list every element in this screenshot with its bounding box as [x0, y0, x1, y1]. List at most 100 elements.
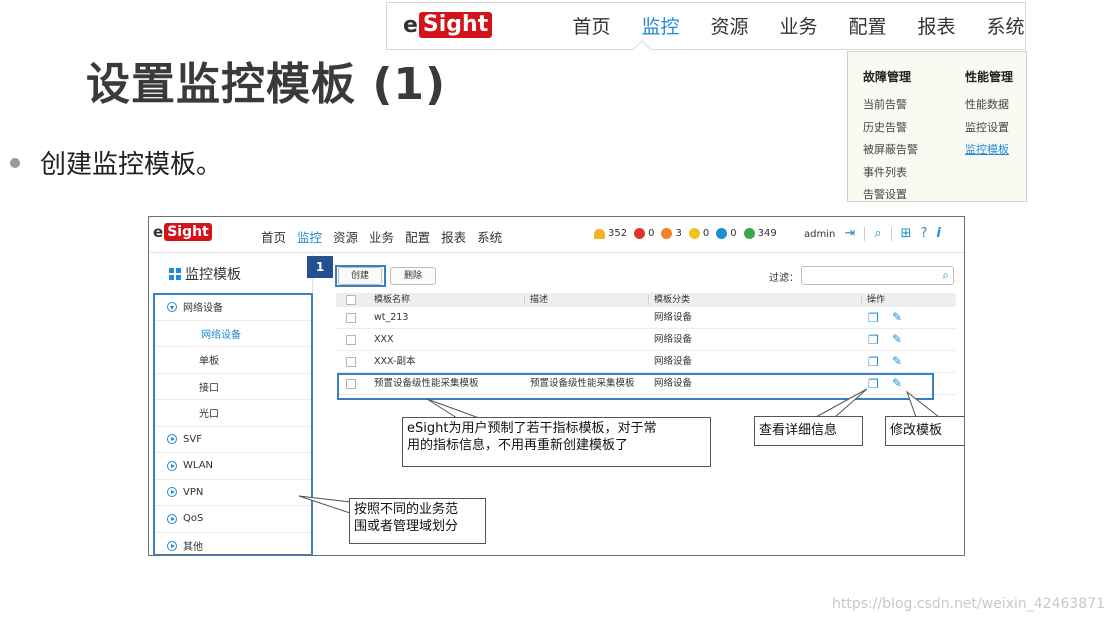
fault-management-header: 故障管理: [863, 70, 912, 84]
template-name: XXX-副本: [374, 356, 416, 367]
view-details-icon[interactable]: ❐: [868, 356, 879, 368]
step-badge: 1: [307, 256, 333, 278]
app-nav-monitor[interactable]: 监控: [297, 227, 322, 246]
template-category: 网络设备: [654, 334, 693, 345]
grid-icon: [169, 268, 181, 280]
row-checkbox[interactable]: [346, 357, 356, 367]
critical-icon: [634, 228, 646, 239]
delete-button[interactable]: 删除: [390, 267, 436, 285]
view-detail-callout: 查看详细信息: [754, 416, 863, 446]
menu-item-performance-data[interactable]: 性能数据: [965, 94, 1013, 117]
esight-logo: e Sight: [403, 12, 493, 38]
menu-item-monitor-settings[interactable]: 监控设置: [965, 117, 1013, 140]
slide-title: 设置监控模板 (1): [86, 59, 447, 110]
table-row[interactable]: XXX 网络设备 ❐ ✎: [336, 329, 956, 351]
preset-note-line1: eSight为用户预制了若干指标模板，对于常: [407, 421, 657, 436]
check-icon: [743, 228, 755, 239]
alarm-cleared-count: 349: [757, 228, 777, 239]
nav-item-config[interactable]: 配置: [833, 13, 902, 41]
nav-item-reports[interactable]: 报表: [902, 13, 971, 41]
search-icon[interactable]: ⌕: [874, 226, 881, 242]
alarm-info[interactable]: 0: [716, 228, 737, 239]
esight-template-screenshot: e Sight 首页 监控 资源 业务 配置 报表 系统 352 0 3 0 0…: [148, 216, 965, 556]
table-row[interactable]: XXX-副本 网络设备 ❐ ✎: [336, 351, 956, 373]
edit-template-callout: 修改模板: [885, 416, 964, 446]
logo-e: e: [403, 12, 418, 38]
alarm-summary: 352 0 3 0 0 349: [594, 228, 784, 239]
alarm-major-count: 3: [675, 228, 682, 239]
topology-icon[interactable]: ⊞: [901, 226, 912, 242]
fault-management-column: 故障管理 当前告警 历史告警 被屏蔽告警 事件列表 告警设置: [863, 68, 918, 207]
menu-item-alarm-settings[interactable]: 告警设置: [863, 184, 918, 207]
sidebar-groups-highlight: [153, 293, 313, 555]
row-checkbox[interactable]: [346, 313, 356, 323]
column-divider: [524, 295, 525, 305]
app-nav-resources[interactable]: 资源: [333, 227, 358, 246]
alarm-critical-count: 0: [648, 228, 655, 239]
app-nav-home[interactable]: 首页: [261, 227, 286, 246]
dropdown-caret: [632, 40, 652, 60]
monitor-dropdown-menu: 故障管理 当前告警 历史告警 被屏蔽告警 事件列表 告警设置 性能管理 性能数据…: [847, 51, 1027, 202]
table-row[interactable]: wt_213 网络设备 ❐ ✎: [336, 307, 956, 329]
menu-item-current-alarms[interactable]: 当前告警: [863, 94, 918, 117]
nav-item-home[interactable]: 首页: [557, 13, 626, 41]
header-divider: [864, 227, 866, 241]
info-icon[interactable]: i: [936, 226, 940, 242]
help-icon[interactable]: ?: [920, 226, 927, 242]
column-header-category[interactable]: 模板分类: [654, 293, 690, 307]
app-nav-system[interactable]: 系统: [477, 227, 502, 246]
alarm-critical[interactable]: 0: [634, 228, 654, 239]
template-name: XXX: [374, 334, 394, 345]
edit-pencil-icon[interactable]: ✎: [892, 311, 902, 323]
minor-icon: [688, 228, 700, 239]
app-logo-e: e: [153, 223, 164, 241]
major-icon: [661, 228, 673, 239]
template-name: wt_213: [374, 312, 409, 323]
alarm-info-count: 0: [730, 228, 737, 239]
nav-item-monitor[interactable]: 监控: [626, 13, 695, 41]
nav-item-resources[interactable]: 资源: [695, 13, 764, 41]
logo-sight: Sight: [418, 12, 493, 38]
menu-item-masked-alarms[interactable]: 被屏蔽告警: [863, 139, 918, 162]
user-name[interactable]: admin: [804, 229, 835, 240]
header-divider: [890, 227, 892, 241]
edit-pencil-icon[interactable]: ✎: [892, 333, 902, 345]
bell-icon: [594, 228, 605, 239]
column-header-actions: 操作: [867, 295, 886, 305]
sidebar-title: 监控模板: [169, 264, 241, 284]
search-icon[interactable]: ⌕: [942, 268, 949, 283]
preset-template-row-highlight: [337, 373, 934, 400]
view-details-icon[interactable]: ❐: [868, 334, 879, 346]
alarm-cleared[interactable]: 349: [743, 228, 777, 239]
alarm-minor[interactable]: 0: [688, 228, 709, 239]
column-header-name[interactable]: 模板名称: [374, 293, 410, 307]
app-nav-business[interactable]: 业务: [369, 227, 394, 246]
alarm-major[interactable]: 3: [661, 228, 682, 239]
performance-management-header: 性能管理: [965, 70, 1014, 84]
row-checkbox[interactable]: [346, 335, 356, 345]
alarm-total[interactable]: 352: [594, 228, 627, 239]
group-division-callout: 按照不同的业务范 围或者管理域划分: [349, 498, 486, 544]
preset-note-line2: 用的指标信息，不用再重新创建模板了: [407, 438, 629, 453]
logout-icon[interactable]: ⇥: [844, 226, 855, 242]
alarm-total-count: 352: [608, 228, 628, 239]
info-icon: [716, 228, 728, 239]
menu-item-event-list[interactable]: 事件列表: [863, 162, 918, 185]
table-header: 模板名称 描述 模板分类 操作: [336, 293, 956, 307]
header-tools: admin ⇥ ⌕ ⊞ ? i: [804, 226, 941, 242]
nav-item-business[interactable]: 业务: [764, 13, 833, 41]
app-nav-reports[interactable]: 报表: [441, 227, 466, 246]
app-nav-config[interactable]: 配置: [405, 227, 430, 246]
performance-management-column: 性能管理 性能数据 监控设置 监控模板: [965, 68, 1013, 162]
nav-item-system[interactable]: 系统: [971, 13, 1040, 41]
menu-item-monitor-templates[interactable]: 监控模板: [965, 139, 1013, 162]
filter-label: 过滤：: [769, 273, 799, 284]
watermark: https://blog.csdn.net/weixin_42463871: [832, 596, 1106, 612]
edit-pencil-icon[interactable]: ✎: [892, 355, 902, 367]
select-all-checkbox[interactable]: [346, 295, 356, 305]
app-logo: e Sight: [153, 223, 212, 241]
menu-item-history-alarms[interactable]: 历史告警: [863, 117, 918, 140]
column-header-description[interactable]: 描述: [530, 293, 548, 307]
view-details-icon[interactable]: ❐: [868, 312, 879, 324]
filter-input[interactable]: ⌕: [801, 266, 954, 285]
